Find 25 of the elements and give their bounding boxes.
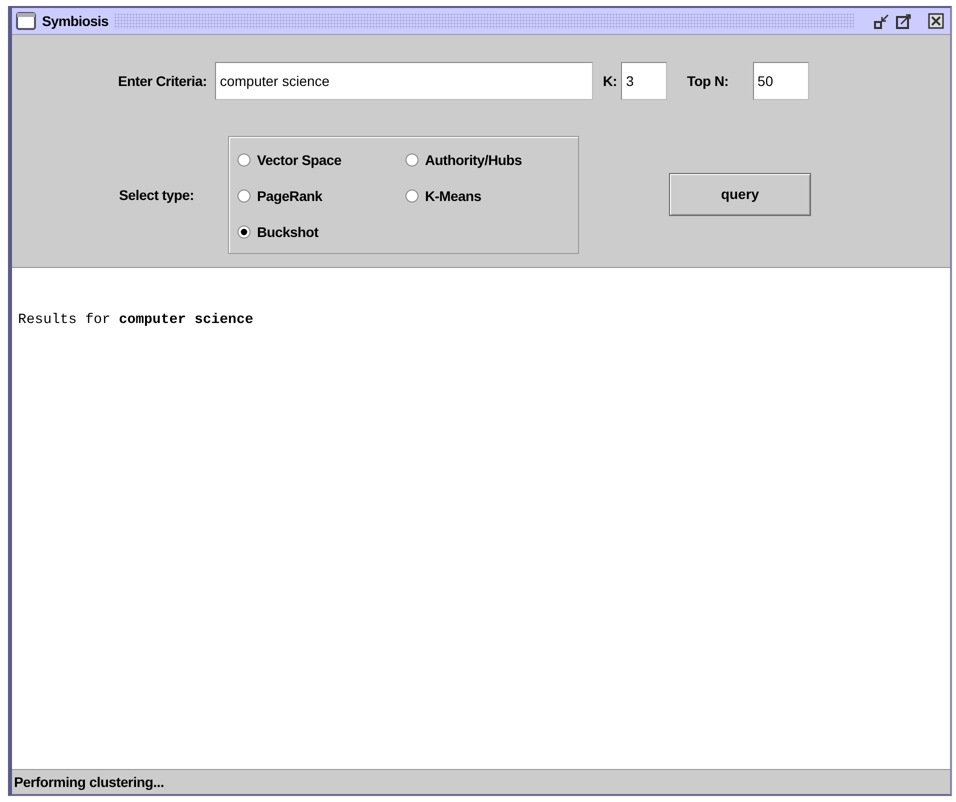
radio-icon[interactable] [405,153,419,167]
minimize-icon[interactable] [874,13,890,29]
criteria-field[interactable]: computer science [214,62,593,100]
criteria-label: Enter Criteria: [118,73,207,89]
k-field[interactable]: 3 [621,62,668,100]
type-radio[interactable]: Buckshot [237,214,405,250]
radio-icon[interactable] [405,189,419,203]
type-radio[interactable]: Authority/Hubs [405,142,575,178]
type-radio[interactable]: Vector Space [237,142,405,178]
window-icon [16,12,36,30]
radio-icon[interactable] [237,189,251,203]
status-text: Performing clustering... [14,774,164,790]
top-n-field[interactable]: 50 [752,62,809,100]
type-radio[interactable]: PageRank [237,178,405,214]
close-icon[interactable] [928,13,944,29]
results-text: Results for computer science [18,312,254,328]
window-title: Symbiosis [42,13,108,29]
k-label: K: [602,73,618,89]
radio-icon[interactable] [237,153,251,167]
type-radio[interactable]: K-Means [405,178,575,214]
top-n-label: Top N: [687,73,729,89]
maximize-icon[interactable] [896,13,912,29]
query-button[interactable]: query [669,172,811,216]
select-type-label: Select type: [119,187,194,203]
radio-icon[interactable] [237,225,251,239]
